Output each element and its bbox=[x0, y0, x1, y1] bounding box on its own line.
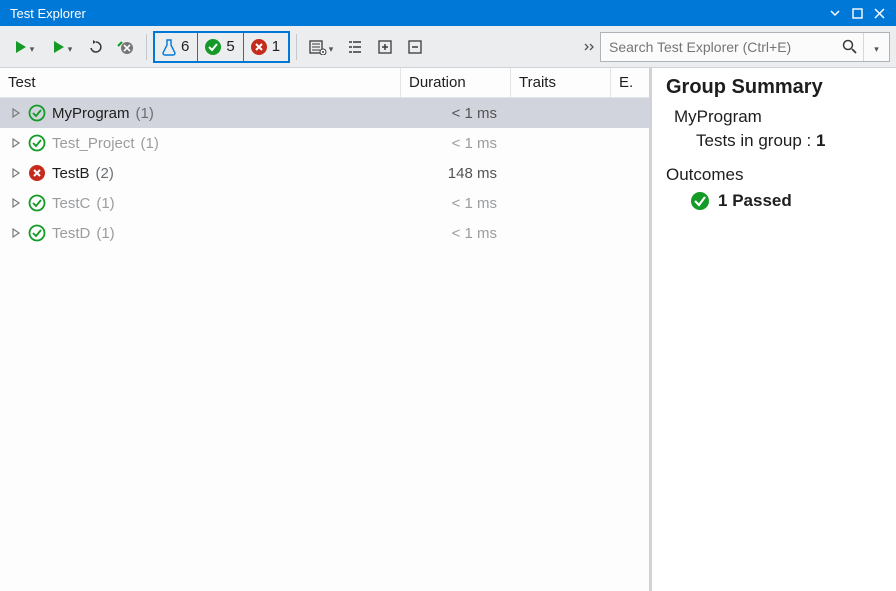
test-duration: < 1 ms bbox=[401, 135, 511, 152]
flask-icon bbox=[161, 38, 177, 56]
outcome-text: Passed bbox=[732, 191, 792, 210]
search-button[interactable] bbox=[837, 33, 863, 61]
close-button[interactable] bbox=[868, 2, 890, 24]
column-header-error[interactable]: E. bbox=[611, 68, 651, 97]
test-row[interactable]: TestC (1) < 1 ms bbox=[0, 188, 651, 218]
group-summary-panel: Group Summary MyProgram Tests in group :… bbox=[649, 68, 896, 591]
test-row[interactable]: TestB (2) 148 ms bbox=[0, 158, 651, 188]
test-count: (1) bbox=[96, 195, 114, 212]
test-row[interactable]: TestD (1) < 1 ms bbox=[0, 218, 651, 248]
stop-run-button[interactable] bbox=[112, 32, 140, 62]
expand-toggle[interactable] bbox=[6, 198, 26, 208]
fail-icon bbox=[26, 164, 48, 182]
toolbar: 6 5 1 bbox=[0, 26, 896, 68]
column-header-test[interactable]: Test bbox=[0, 68, 401, 97]
test-count: (1) bbox=[96, 225, 114, 242]
window-title: Test Explorer bbox=[10, 6, 86, 21]
filter-total-count: 6 bbox=[181, 38, 189, 55]
test-name: TestC bbox=[52, 195, 90, 212]
expand-toggle[interactable] bbox=[6, 168, 26, 178]
test-name: MyProgram bbox=[52, 105, 130, 122]
test-count: (1) bbox=[141, 135, 159, 152]
filter-failed-button[interactable]: 1 bbox=[244, 33, 288, 61]
test-duration: < 1 ms bbox=[401, 225, 511, 242]
playlist-button[interactable] bbox=[303, 32, 339, 62]
pass-icon bbox=[26, 134, 48, 152]
expand-toggle[interactable] bbox=[6, 108, 26, 118]
run-button[interactable] bbox=[44, 32, 80, 62]
chevron-down-icon bbox=[68, 39, 73, 55]
test-count: (2) bbox=[96, 165, 114, 182]
outcomes-label: Outcomes bbox=[666, 165, 884, 185]
expand-all-button[interactable] bbox=[371, 32, 399, 62]
test-row[interactable]: MyProgram (1) < 1 ms bbox=[0, 98, 651, 128]
expand-toggle[interactable] bbox=[6, 138, 26, 148]
filter-total-button[interactable]: 6 bbox=[155, 33, 198, 61]
group-by-button[interactable] bbox=[341, 32, 369, 62]
test-duration: < 1 ms bbox=[401, 195, 511, 212]
pass-icon bbox=[26, 224, 48, 242]
group-name: MyProgram bbox=[674, 107, 884, 127]
pass-icon bbox=[26, 194, 48, 212]
tests-in-group-count: 1 bbox=[816, 131, 825, 150]
search-options-button[interactable] bbox=[863, 33, 889, 61]
group-summary-heading: Group Summary bbox=[666, 76, 884, 99]
expand-toggle[interactable] bbox=[6, 228, 26, 238]
test-row[interactable]: Test_Project (1) < 1 ms bbox=[0, 128, 651, 158]
tests-in-group-label: Tests in group : bbox=[696, 131, 811, 150]
search-icon bbox=[842, 39, 858, 55]
filter-passed-count: 5 bbox=[226, 38, 234, 55]
pass-icon bbox=[26, 104, 48, 122]
column-header-traits[interactable]: Traits bbox=[511, 68, 611, 97]
chevron-down-icon bbox=[874, 39, 879, 55]
test-duration: 148 ms bbox=[401, 165, 511, 182]
window-menu-button[interactable] bbox=[824, 2, 846, 24]
chevron-down-icon bbox=[329, 39, 334, 55]
filter-passed-button[interactable]: 5 bbox=[198, 33, 243, 61]
pass-icon bbox=[690, 191, 710, 211]
test-count: (1) bbox=[136, 105, 154, 122]
test-duration: < 1 ms bbox=[401, 105, 511, 122]
run-all-button[interactable] bbox=[6, 32, 42, 62]
chevron-down-icon bbox=[30, 39, 35, 55]
collapse-all-button[interactable] bbox=[401, 32, 429, 62]
test-name: TestD bbox=[52, 225, 90, 242]
filter-failed-count: 1 bbox=[272, 38, 280, 55]
outcome-count: 1 bbox=[718, 191, 727, 210]
filter-box: 6 5 1 bbox=[153, 31, 290, 63]
maximize-button[interactable] bbox=[846, 2, 868, 24]
toolbar-overflow-button[interactable] bbox=[580, 32, 598, 62]
column-header-duration[interactable]: Duration bbox=[401, 68, 511, 97]
test-tree-panel: Test Duration Traits E. MyProgram (1) < 1 … bbox=[0, 68, 652, 591]
search-input[interactable] bbox=[601, 39, 837, 55]
repeat-last-run-button[interactable] bbox=[82, 32, 110, 62]
test-name: TestB bbox=[52, 165, 90, 182]
test-name: Test_Project bbox=[52, 135, 135, 152]
pass-icon bbox=[204, 38, 222, 56]
fail-icon bbox=[250, 38, 268, 56]
